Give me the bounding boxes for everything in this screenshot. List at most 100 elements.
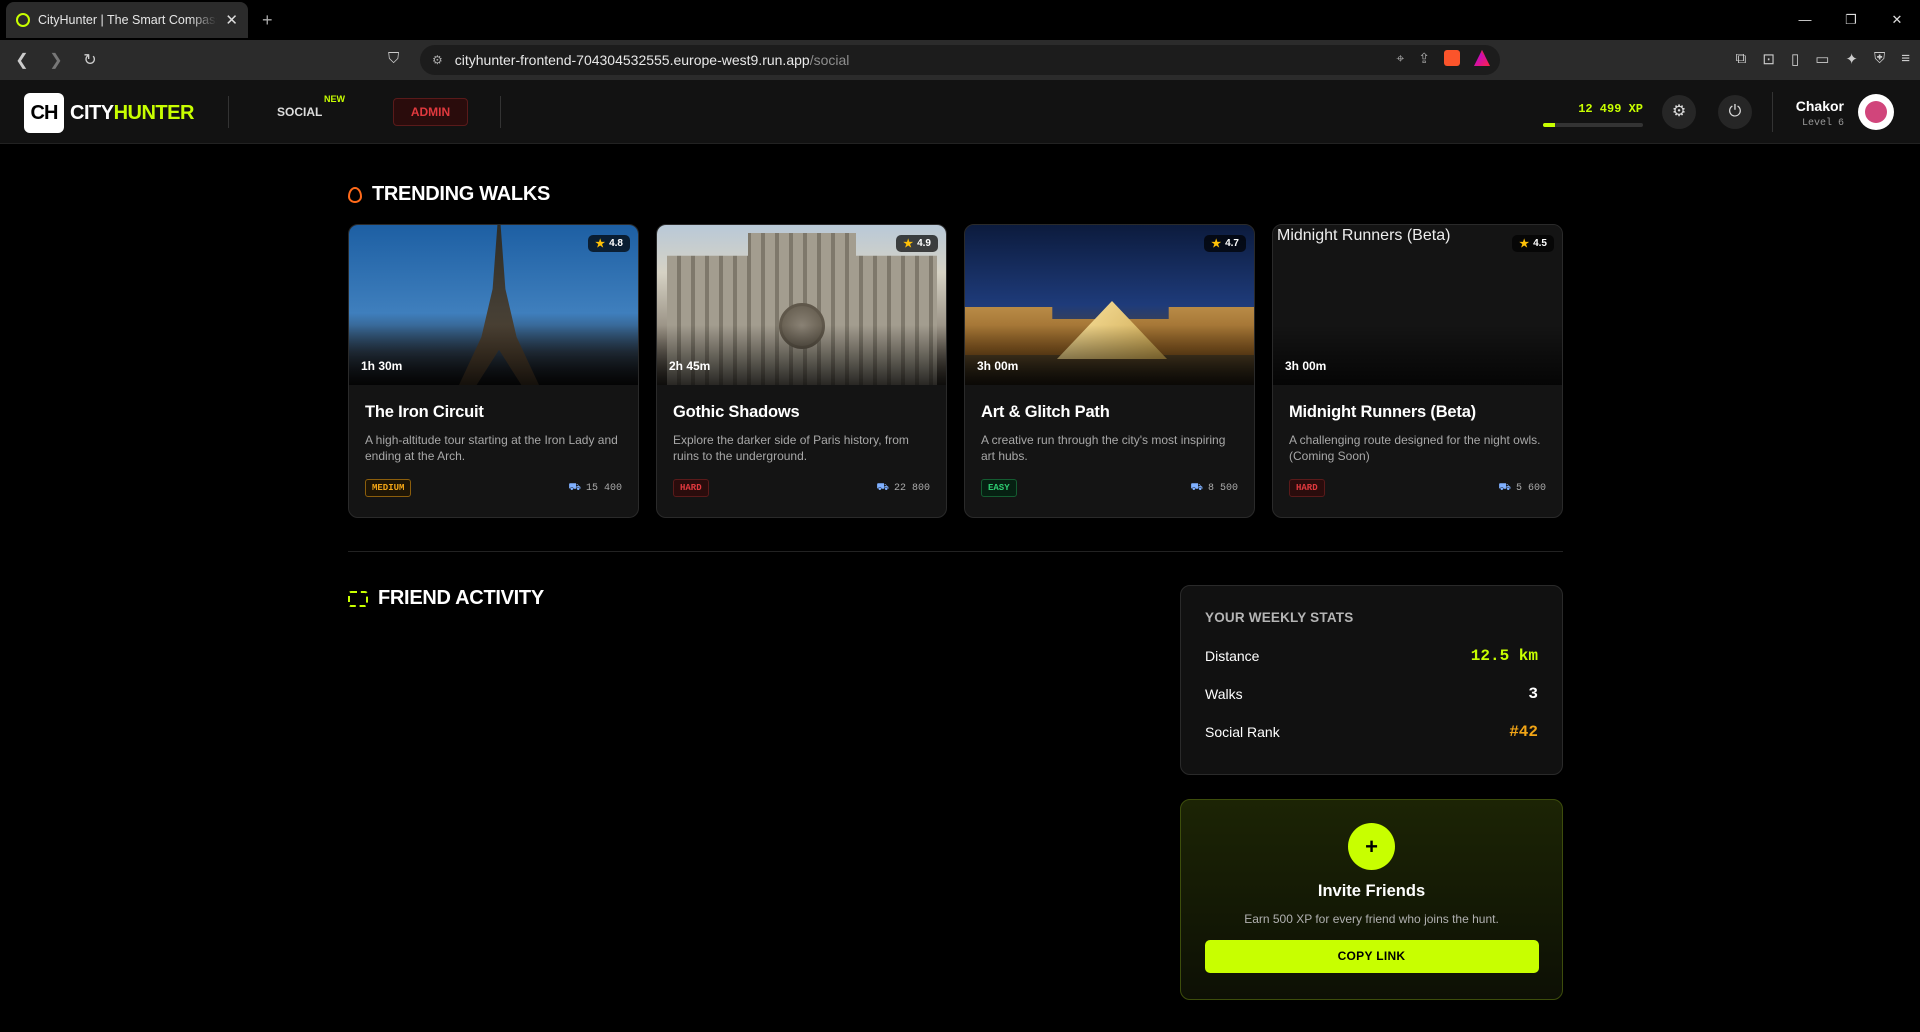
- distance-value: 12.5 km: [1470, 647, 1538, 665]
- restore-icon[interactable]: ❐: [1828, 0, 1874, 40]
- user-level: Level 6: [1801, 118, 1844, 129]
- walk-card[interactable]: Midnight Runners (Beta) ★ 4.5 3h 00m Midn…: [1272, 224, 1563, 518]
- walk-description: A challenging route designed for the nig…: [1289, 433, 1541, 463]
- avatar[interactable]: [1858, 94, 1894, 130]
- walkers-icon: ⛟: [568, 482, 581, 494]
- friend-activity-title: FRIEND ACTIVITY: [378, 587, 544, 609]
- address-bar[interactable]: ⚙ cityhunter-frontend-704304532555.europ…: [420, 45, 1500, 75]
- rank-value: #42: [1509, 723, 1538, 741]
- walkers-count: ⛟ 8 500: [1190, 482, 1238, 494]
- screenshot-icon[interactable]: ⊡: [1762, 50, 1775, 68]
- xp-progress-fill: [1543, 123, 1555, 127]
- friend-activity-header: FRIEND ACTIVITY: [348, 587, 544, 610]
- settings-gear-icon[interactable]: ⚙: [1662, 95, 1696, 129]
- app-logo[interactable]: CH CITYHUNTER: [24, 93, 194, 133]
- forward-icon[interactable]: ❯: [48, 50, 64, 70]
- brave-shields-icon[interactable]: [1444, 50, 1460, 66]
- trending-title: TRENDING WALKS: [372, 183, 551, 205]
- walkers-icon: ⛟: [876, 482, 889, 494]
- rewards-badge: 2: [1481, 50, 1490, 56]
- url-path: /social: [809, 52, 850, 68]
- logo-wordmark: CITYHUNTER: [70, 101, 194, 124]
- user-info[interactable]: Chakor Level 6: [1796, 98, 1844, 129]
- brave-rewards-icon[interactable]: 2: [1474, 50, 1490, 66]
- star-icon: ★: [1519, 238, 1530, 250]
- invite-title: Invite Friends: [1317, 882, 1426, 900]
- site-favicon-icon: [16, 13, 30, 27]
- walk-description: A creative run through the city's most i…: [981, 433, 1226, 463]
- reload-icon[interactable]: ↻: [82, 50, 98, 70]
- location-icon[interactable]: ⌖: [1396, 50, 1404, 67]
- trending-walks-list: ★ 4.8 1h 30m The Iron Circuit A high-alti…: [348, 224, 1563, 518]
- walkers-count: ⛟ 15 400: [568, 482, 622, 494]
- user-name: Chakor: [1795, 98, 1844, 114]
- fire-icon: [348, 186, 362, 203]
- walk-title: The Iron Circuit: [365, 403, 484, 421]
- url-host: cityhunter-frontend-704304532555.europe-…: [454, 52, 810, 68]
- nav-social[interactable]: SOCIAL: [277, 105, 322, 119]
- xp-value: 12 499 XP: [1578, 102, 1643, 116]
- rating-badge: ★ 4.8: [588, 235, 630, 252]
- difficulty-badge: MEDIUM: [365, 479, 412, 497]
- scan-icon: [348, 590, 368, 607]
- power-icon[interactable]: ⏻: [1718, 95, 1752, 129]
- wallet-icon[interactable]: ▭: [1815, 50, 1829, 68]
- walk-duration: 2h 45m: [669, 359, 711, 373]
- invite-friends-panel: + Invite Friends Earn 500 XP for every f…: [1180, 799, 1563, 1000]
- walk-image-eiffel: ★ 4.8 1h 30m: [349, 225, 638, 385]
- section-divider: [348, 551, 1563, 552]
- copy-link-button[interactable]: COPY LINK: [1204, 940, 1539, 973]
- walk-card[interactable]: ★ 4.8 1h 30m The Iron Circuit A high-alti…: [348, 224, 639, 518]
- site-settings-icon[interactable]: ⚙: [432, 53, 443, 67]
- close-tab-icon[interactable]: ✕: [225, 11, 238, 29]
- walkers-icon: ⛟: [1190, 482, 1203, 494]
- walk-title: Art & Glitch Path: [981, 403, 1110, 421]
- walk-title: Gothic Shadows: [673, 403, 800, 421]
- sidebar-icon[interactable]: ▯: [1791, 50, 1799, 68]
- image-alt-text: Midnight Runners (Beta): [1277, 227, 1451, 244]
- difficulty-badge: EASY: [981, 479, 1017, 497]
- weekly-stats-title: YOUR WEEKLY STATS: [1205, 610, 1354, 625]
- weekly-stats-panel: YOUR WEEKLY STATS Distance 12.5 km Walks…: [1180, 585, 1563, 775]
- browser-toolbar: ❮ ❯ ↻ ⛉ ⚙ cityhunter-frontend-7043045325…: [0, 40, 1920, 80]
- new-tab-icon[interactable]: +: [262, 10, 273, 31]
- walk-duration: 3h 00m: [1285, 359, 1327, 373]
- admin-button[interactable]: ADMIN: [393, 98, 468, 126]
- stat-row-rank: Social Rank #42: [1205, 723, 1538, 741]
- browser-tab[interactable]: CityHunter | The Smart Compass ✕: [6, 2, 248, 38]
- difficulty-badge: HARD: [1289, 479, 1325, 497]
- walkers-count: ⛟ 5 600: [1498, 482, 1546, 494]
- walk-image-louvre: ★ 4.7 3h 00m: [965, 225, 1254, 385]
- leo-ai-icon[interactable]: ✦: [1845, 50, 1858, 68]
- add-user-icon: +: [1348, 823, 1395, 870]
- star-icon: ★: [595, 238, 606, 250]
- bookmark-icon[interactable]: ⛉: [388, 50, 399, 67]
- extensions-icon[interactable]: ⧉: [1736, 50, 1747, 68]
- walk-description: Explore the darker side of Paris history…: [673, 433, 909, 463]
- walkers-icon: ⛟: [1498, 482, 1511, 494]
- walk-card[interactable]: ★ 4.9 2h 45m Gothic Shadows Explore the d…: [656, 224, 947, 518]
- walk-description: A high-altitude tour starting at the Iro…: [365, 433, 618, 463]
- tab-title: CityHunter | The Smart Compass: [38, 13, 218, 27]
- share-icon[interactable]: ⇪: [1418, 50, 1430, 67]
- app-header: CH CITYHUNTER SOCIAL NEW ADMIN 12 499 XP…: [0, 80, 1920, 144]
- main-content: TRENDING WALKS ★ 4.8 1h 30m The Iron Circ…: [0, 145, 1920, 1032]
- walkers-count: ⛟ 22 800: [876, 482, 930, 494]
- back-icon[interactable]: ❮: [14, 50, 30, 70]
- walk-duration: 3h 00m: [977, 359, 1019, 373]
- vpn-icon[interactable]: ⛨: [1874, 50, 1885, 68]
- walk-card[interactable]: ★ 4.7 3h 00m Art & Glitch Path A creative…: [964, 224, 1255, 518]
- invite-description: Earn 500 XP for every friend who joins t…: [1244, 912, 1499, 926]
- minimize-icon[interactable]: —: [1782, 0, 1828, 40]
- difficulty-badge: HARD: [673, 479, 709, 497]
- rating-badge: ★ 4.9: [896, 235, 938, 252]
- walk-image-broken: Midnight Runners (Beta) ★ 4.5 3h 00m: [1273, 225, 1562, 385]
- stat-row-walks: Walks 3: [1205, 685, 1538, 703]
- menu-icon[interactable]: ≡: [1901, 50, 1910, 68]
- close-window-icon[interactable]: ✕: [1874, 0, 1920, 40]
- trending-header: TRENDING WALKS: [348, 183, 550, 206]
- star-icon: ★: [1211, 238, 1222, 250]
- stat-row-distance: Distance 12.5 km: [1205, 647, 1538, 665]
- star-icon: ★: [903, 238, 914, 250]
- new-badge: NEW: [324, 94, 345, 104]
